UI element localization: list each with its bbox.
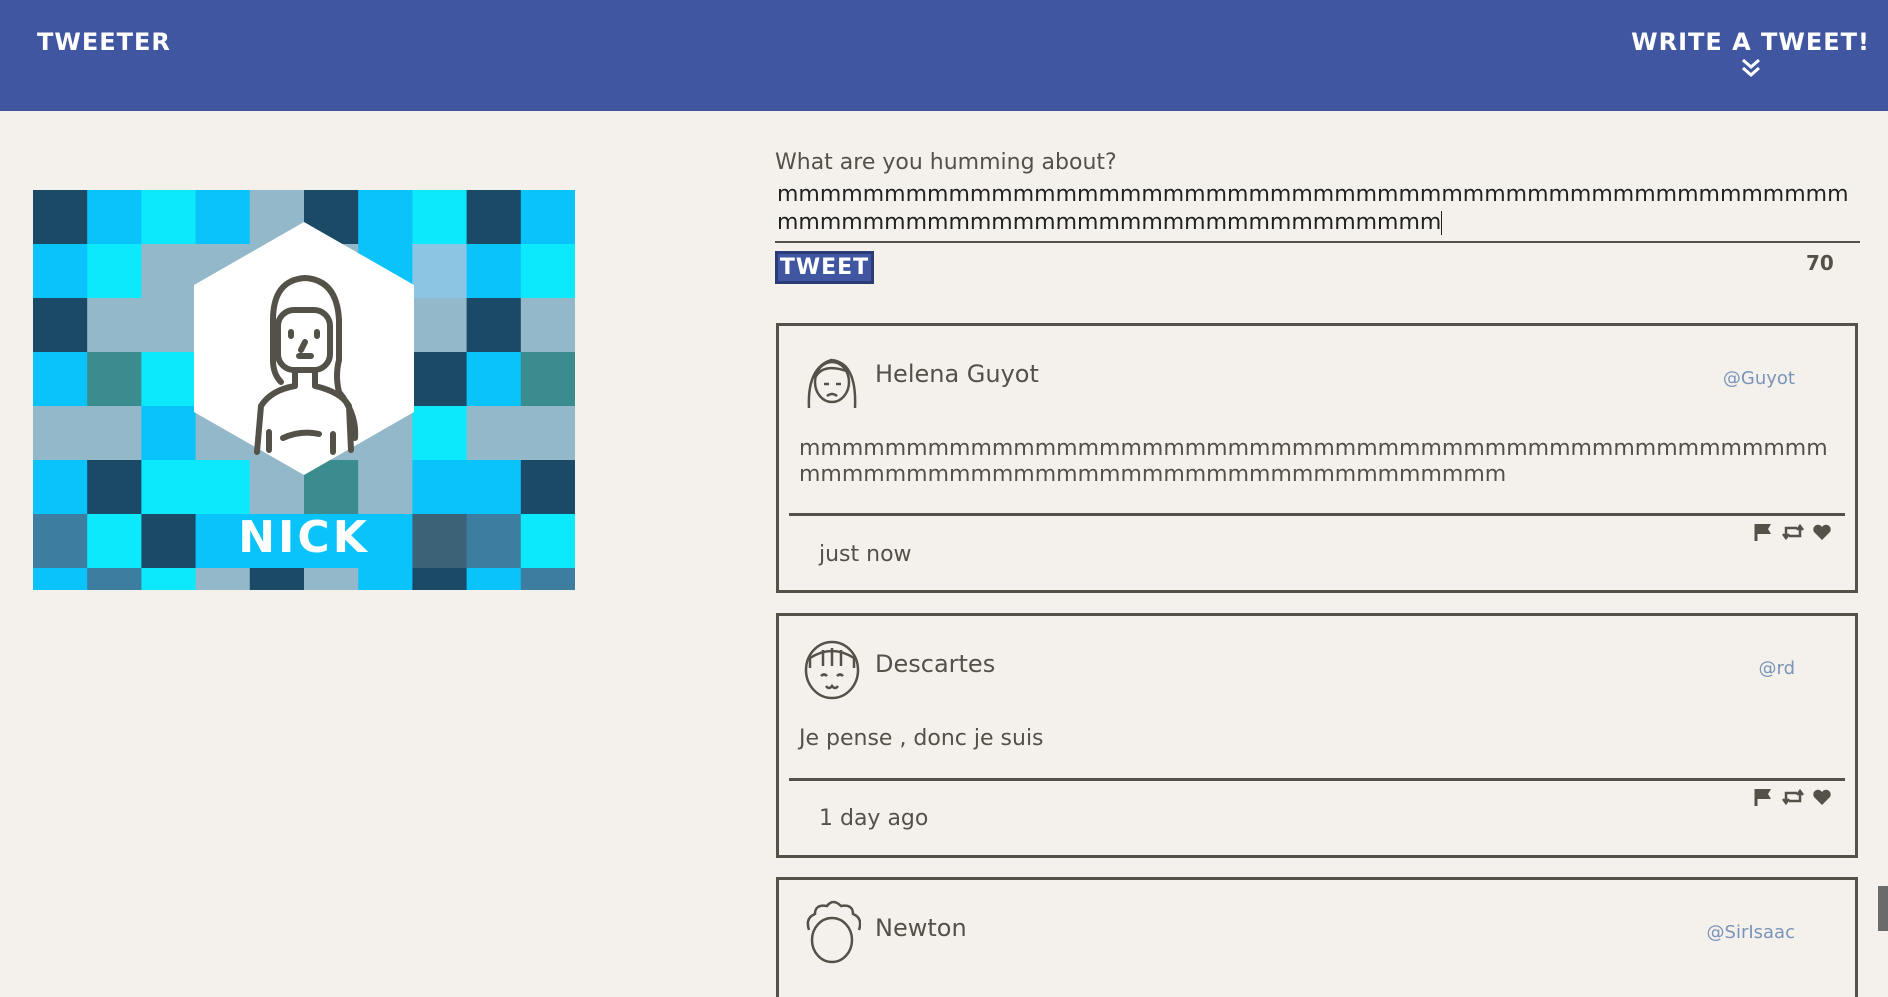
tweet-actions [1753, 787, 1833, 807]
tweet-composer: What are you humming about? mmmmmmmmmmmm… [775, 150, 1860, 243]
retweet-icon[interactable] [1781, 522, 1805, 542]
sad-woman-avatar-icon [807, 358, 857, 409]
text-caret [1441, 211, 1443, 235]
profile-name: NICK [238, 512, 370, 563]
profile-banner: NICK [33, 190, 575, 590]
tweet-timestamp: 1 day ago [819, 806, 929, 831]
tweet-divider [789, 513, 1845, 516]
tweet-timestamp: just now [819, 542, 912, 567]
heart-icon[interactable] [1811, 787, 1833, 807]
tweet-button[interactable]: TWEET [775, 251, 874, 284]
scrollbar-thumb[interactable] [1878, 886, 1888, 931]
tweet-author-name: Newton [875, 914, 967, 942]
tweet-author-name: Helena Guyot [875, 360, 1039, 388]
tweet-card: Descartes @rd Je pense , donc je suis 1 … [776, 613, 1858, 858]
tweet-author-handle: @SirIsaac [1706, 922, 1795, 943]
tweet-divider [789, 778, 1845, 781]
tweet-card: Newton @SirIsaac [776, 877, 1858, 997]
smiling-girl-avatar-icon [804, 640, 860, 700]
flag-icon[interactable] [1753, 522, 1775, 542]
tweet-author-name: Descartes [875, 650, 996, 678]
character-counter: 70 [1806, 251, 1834, 275]
tweet-actions [1753, 522, 1833, 542]
tweet-text: mmmmmmmmmmmmmmmmmmmmmmmmmmmmmmmmmmmmmmmm… [799, 436, 1828, 487]
tweet-text: Je pense , donc je suis [799, 726, 1044, 751]
curly-hair-avatar-icon [806, 900, 861, 964]
tweet-textarea[interactable]: mmmmmmmmmmmmmmmmmmmmmmmmmmmmmmmmmmmmmmmm… [775, 181, 1860, 243]
tweet-card: Helena Guyot @Guyot mmmmmmmmmmmmmmmmmmmm… [776, 323, 1858, 593]
tweet-author-handle: @Guyot [1722, 368, 1795, 389]
retweet-icon[interactable] [1781, 787, 1805, 807]
double-chevron-down-icon [1741, 58, 1760, 77]
brand-logo[interactable]: TWEETER [37, 28, 171, 56]
profile-card: NICK [33, 190, 575, 590]
write-tweet-toggle[interactable]: WRITE A TWEET! [1631, 28, 1870, 78]
composer-prompt: What are you humming about? [775, 150, 1117, 175]
write-tweet-label: WRITE A TWEET! [1631, 28, 1870, 56]
tweet-author-handle: @rd [1758, 658, 1795, 679]
heart-icon[interactable] [1811, 522, 1833, 542]
tweet-text-value: mmmmmmmmmmmmmmmmmmmmmmmmmmmmmmmmmmmmmmmm… [777, 182, 1849, 235]
flag-icon[interactable] [1753, 787, 1775, 807]
top-navigation-bar: TWEETER WRITE A TWEET! [0, 0, 1888, 111]
